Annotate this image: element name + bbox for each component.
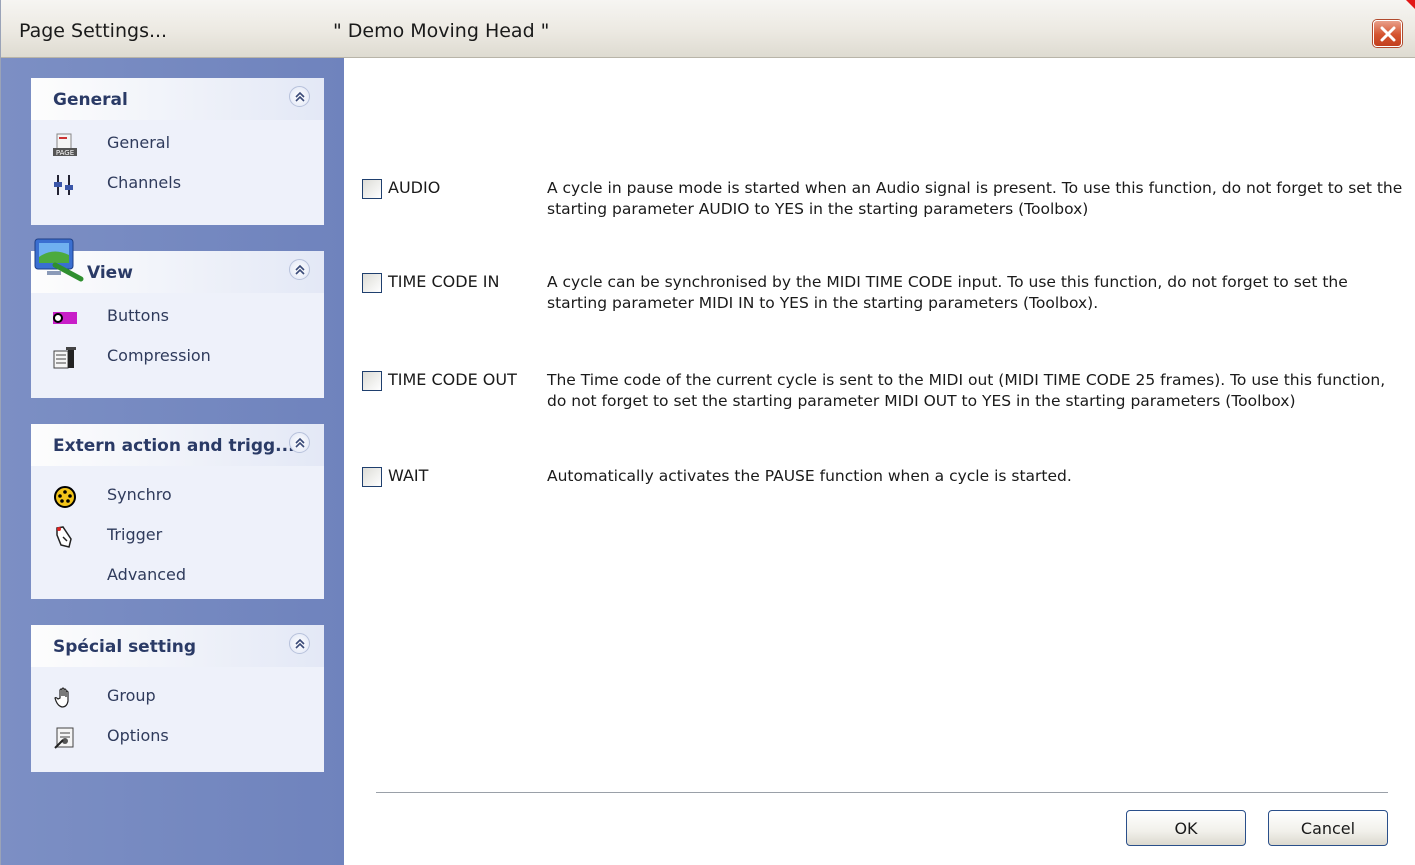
- sidebar-item-options[interactable]: Options: [53, 723, 313, 755]
- sidebar-item-general[interactable]: PAGE General: [53, 130, 313, 162]
- footer-separator: [376, 792, 1388, 794]
- svg-text:PAGE: PAGE: [56, 149, 74, 157]
- group-header[interactable]: General: [31, 78, 324, 120]
- sidebar-item-label: Buttons: [107, 306, 169, 325]
- option-label: TIME CODE IN: [388, 272, 500, 291]
- collapse-button[interactable]: [289, 432, 310, 453]
- sidebar-item-label: Channels: [107, 173, 182, 192]
- wait-checkbox[interactable]: [362, 467, 382, 487]
- sidebar: General PAGE General Channels View Butto…: [1, 58, 344, 865]
- option-label: WAIT: [388, 466, 429, 485]
- group-title: View: [87, 263, 133, 283]
- option-description: Automatically activates the PAUSE functi…: [547, 467, 1072, 485]
- cancel-button[interactable]: Cancel: [1268, 810, 1388, 846]
- time-code-in-checkbox[interactable]: [362, 273, 382, 293]
- group-header[interactable]: Spécial setting: [31, 625, 324, 667]
- sidebar-item-advanced[interactable]: Advanced: [53, 562, 313, 594]
- sidebar-item-label: Trigger: [107, 525, 163, 544]
- option-description: A cycle in pause mode is started when an…: [547, 179, 1403, 218]
- close-icon: [1380, 26, 1396, 42]
- channels-icon: [54, 175, 73, 195]
- collapse-button[interactable]: [289, 259, 310, 280]
- compression-icon: [53, 347, 76, 369]
- time-code-out-checkbox[interactable]: [362, 371, 382, 391]
- page-icon: PAGE: [53, 133, 77, 157]
- group-title: Spécial setting: [53, 637, 197, 657]
- window-title: Page Settings...: [19, 20, 168, 42]
- sidebar-item-label: Options: [107, 726, 169, 745]
- group-view: View Buttons Compression: [31, 238, 324, 398]
- sidebar-item-channels[interactable]: Channels: [53, 170, 313, 202]
- hand-icon: [54, 687, 69, 708]
- chevron-up-icon: [295, 638, 305, 649]
- page-settings-window: Page Settings... " Demo Moving Head " Ge…: [0, 0, 1415, 865]
- sidebar-item-label: Advanced: [107, 565, 187, 584]
- chevron-up-icon: [295, 264, 305, 275]
- chevron-up-icon: [295, 437, 305, 448]
- options-icon: [54, 727, 74, 749]
- group-general: General PAGE General Channels: [31, 78, 324, 225]
- sidebar-item-label: Synchro: [107, 485, 172, 504]
- synchro-icon: [54, 486, 76, 508]
- buttons-icon: [53, 312, 77, 324]
- group-special-setting: Spécial setting Group Options: [31, 625, 324, 772]
- option-description: The Time code of the current cycle is se…: [547, 371, 1386, 410]
- group-header[interactable]: Extern action and trigg...: [31, 424, 324, 466]
- view-icon: [34, 238, 84, 282]
- option-label: AUDIO: [388, 178, 441, 197]
- sidebar-item-label: Compression: [107, 346, 211, 365]
- close-button[interactable]: [1373, 20, 1402, 47]
- collapse-button[interactable]: [289, 86, 310, 107]
- sidebar-item-trigger[interactable]: Trigger: [53, 522, 313, 554]
- title-bar: Page Settings... " Demo Moving Head ": [1, 0, 1415, 58]
- audio-checkbox[interactable]: [362, 179, 382, 199]
- trigger-icon: [56, 526, 72, 548]
- collapse-button[interactable]: [289, 633, 310, 654]
- sidebar-item-compression[interactable]: Compression: [53, 343, 313, 375]
- chevron-up-icon: [295, 91, 305, 102]
- group-extern-action: Extern action and trigg... Synchro Trigg…: [31, 424, 324, 599]
- sidebar-item-group[interactable]: Group: [53, 683, 313, 715]
- sidebar-item-label: Group: [107, 686, 156, 705]
- content-panel: AUDIO A cycle in pause mode is started w…: [344, 58, 1415, 865]
- ok-button[interactable]: OK: [1126, 810, 1246, 846]
- group-title: Extern action and trigg...: [53, 436, 295, 456]
- document-name: " Demo Moving Head ": [333, 20, 550, 42]
- sidebar-item-synchro[interactable]: Synchro: [53, 482, 313, 514]
- window-corner: [1406, 0, 1415, 10]
- group-title: General: [53, 90, 128, 110]
- sidebar-item-label: General: [107, 133, 171, 152]
- option-description: A cycle can be synchronised by the MIDI …: [547, 273, 1348, 312]
- sidebar-item-buttons[interactable]: Buttons: [53, 303, 313, 335]
- group-header[interactable]: View: [31, 238, 324, 293]
- option-label: TIME CODE OUT: [388, 370, 517, 389]
